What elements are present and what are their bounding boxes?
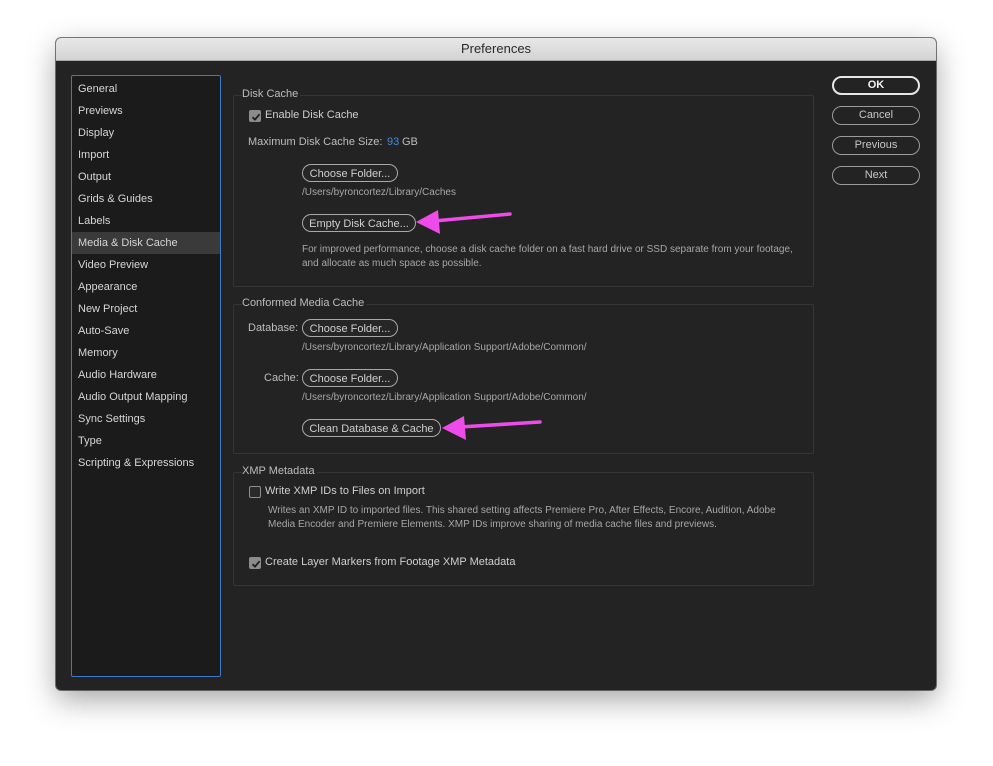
sidebar-item-grids-guides[interactable]: Grids & Guides [72, 188, 220, 210]
sidebar-item-audio-hardware[interactable]: Audio Hardware [72, 364, 220, 386]
sidebar-item-auto-save[interactable]: Auto-Save [72, 320, 220, 342]
sidebar-item-labels[interactable]: Labels [72, 210, 220, 232]
preferences-window: Preferences General Previews Display Imp… [56, 38, 936, 690]
sidebar-item-new-project[interactable]: New Project [72, 298, 220, 320]
sidebar-item-import[interactable]: Import [72, 144, 220, 166]
xmp-description-line2: Media Encoder and Premiere Elements. XMP… [268, 519, 717, 530]
database-choose-folder-button[interactable]: Choose Folder... [302, 319, 398, 337]
xmp-metadata-title: XMP Metadata [242, 465, 317, 477]
disk-cache-title: Disk Cache [242, 88, 301, 100]
write-xmp-ids-checkbox[interactable] [249, 486, 261, 498]
max-disk-cache-size-value[interactable]: 93 [387, 136, 399, 148]
cache-label: Cache: [264, 372, 299, 384]
next-button[interactable]: Next [832, 166, 920, 185]
sidebar-item-audio-output-mapping[interactable]: Audio Output Mapping [72, 386, 220, 408]
max-disk-cache-size-unit: GB [402, 136, 418, 148]
sidebar-item-general[interactable]: General [72, 78, 220, 100]
max-disk-cache-size-label: Maximum Disk Cache Size: [248, 136, 383, 148]
ok-button[interactable]: OK [832, 76, 920, 95]
sidebar-item-scripting-expressions[interactable]: Scripting & Expressions [72, 452, 220, 474]
window-title: Preferences [56, 38, 936, 61]
disk-cache-folder-path: /Users/byroncortez/Library/Caches [302, 187, 456, 198]
previous-button[interactable]: Previous [832, 136, 920, 155]
annotation-arrow-icon [416, 210, 512, 234]
annotation-arrow-icon [442, 416, 542, 440]
cancel-button[interactable]: Cancel [832, 106, 920, 125]
cache-path: /Users/byroncortez/Library/Application S… [302, 392, 587, 403]
sidebar-item-video-preview[interactable]: Video Preview [72, 254, 220, 276]
sidebar-item-memory[interactable]: Memory [72, 342, 220, 364]
enable-disk-cache-label: Enable Disk Cache [265, 109, 359, 121]
disk-cache-help-line2: and allocate as much space as possible. [302, 258, 482, 269]
sidebar-item-previews[interactable]: Previews [72, 100, 220, 122]
enable-disk-cache-checkbox[interactable] [249, 110, 261, 122]
conformed-media-cache-title: Conformed Media Cache [242, 297, 367, 309]
sidebar-item-media-disk-cache[interactable]: Media & Disk Cache [72, 232, 220, 254]
cache-choose-folder-button[interactable]: Choose Folder... [302, 369, 398, 387]
database-label: Database: [248, 322, 299, 334]
checkmark-icon [251, 560, 261, 568]
sidebar-item-type[interactable]: Type [72, 430, 220, 452]
write-xmp-ids-label: Write XMP IDs to Files on Import [265, 485, 425, 497]
disk-cache-choose-folder-button[interactable]: Choose Folder... [302, 164, 398, 182]
empty-disk-cache-button[interactable]: Empty Disk Cache... [302, 214, 416, 232]
checkmark-icon [251, 113, 261, 121]
sidebar-item-display[interactable]: Display [72, 122, 220, 144]
clean-database-cache-button[interactable]: Clean Database & Cache [302, 419, 441, 437]
category-sidebar: General Previews Display Import Output G… [71, 75, 221, 677]
database-path: /Users/byroncortez/Library/Application S… [302, 342, 587, 353]
sidebar-item-appearance[interactable]: Appearance [72, 276, 220, 298]
xmp-description-line1: Writes an XMP ID to imported files. This… [268, 505, 776, 516]
create-layer-markers-label: Create Layer Markers from Footage XMP Me… [265, 556, 516, 568]
disk-cache-help-line1: For improved performance, choose a disk … [302, 244, 793, 255]
create-layer-markers-checkbox[interactable] [249, 557, 261, 569]
sidebar-item-output[interactable]: Output [72, 166, 220, 188]
sidebar-item-sync-settings[interactable]: Sync Settings [72, 408, 220, 430]
